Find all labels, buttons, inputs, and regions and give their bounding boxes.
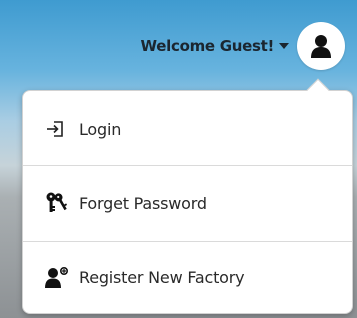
menu-item-label: Register New Factory bbox=[79, 267, 245, 287]
caret-down-icon[interactable] bbox=[279, 43, 289, 49]
keys-icon bbox=[45, 192, 71, 214]
user-dropdown-menu: Login Forget Password Register New Facto… bbox=[22, 78, 353, 314]
user-menu-trigger[interactable]: Welcome Guest! bbox=[141, 20, 345, 72]
menu-item-label: Login bbox=[79, 119, 122, 139]
header-bar: Welcome Guest! bbox=[0, 0, 357, 92]
menu-item-forget-password[interactable]: Forget Password bbox=[23, 167, 352, 239]
divider bbox=[23, 165, 352, 166]
menu-item-login[interactable]: Login bbox=[23, 93, 352, 165]
menu-item-register-new-factory[interactable]: Register New Factory bbox=[23, 241, 352, 313]
welcome-text[interactable]: Welcome Guest! bbox=[141, 37, 275, 55]
sign-in-icon bbox=[45, 118, 71, 140]
user-add-icon bbox=[45, 266, 71, 288]
user-icon bbox=[311, 35, 331, 58]
avatar[interactable] bbox=[297, 22, 345, 70]
menu-item-label: Forget Password bbox=[79, 193, 207, 213]
